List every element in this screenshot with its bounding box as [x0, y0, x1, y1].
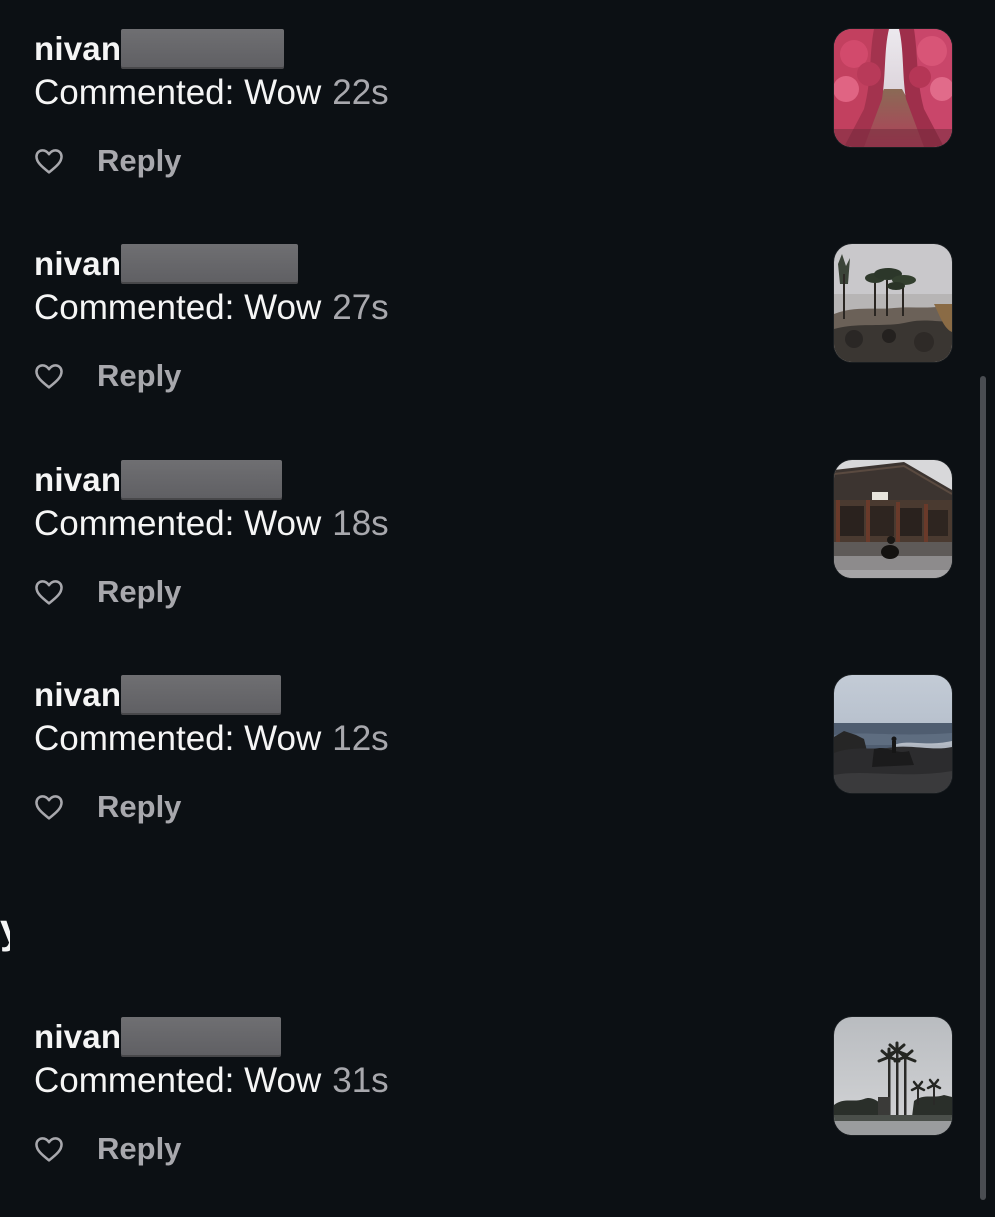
heart-icon[interactable] — [33, 145, 65, 177]
username[interactable]: nivan — [34, 244, 121, 284]
post-thumbnail[interactable] — [834, 244, 952, 362]
comment-line: Commented: Wow 31s — [34, 1059, 389, 1103]
actions-row: Reply — [33, 1129, 181, 1169]
username-row: nivan — [34, 29, 285, 73]
sea-rocks-photo-icon — [834, 675, 952, 793]
redacted-username-block — [121, 244, 299, 284]
timestamp: 12s — [332, 719, 389, 758]
actions-row: Reply — [33, 572, 181, 612]
pink-trees-path-photo-icon — [834, 29, 952, 147]
comment-text: Commented: Wow — [34, 1061, 322, 1100]
reply-button[interactable]: Reply — [97, 1129, 181, 1169]
heart-icon[interactable] — [33, 576, 65, 608]
actions-row: Reply — [33, 787, 181, 827]
list-item[interactable]: nivan Commented: Wow 27s Reply — [0, 244, 995, 444]
traditional-building-photo-icon — [834, 460, 952, 578]
timestamp: 22s — [332, 73, 389, 112]
username-row: nivan — [34, 1017, 282, 1061]
comment-text: Commented: Wow — [34, 73, 322, 112]
pine-trees-rocks-photo-icon — [834, 244, 952, 362]
reply-button[interactable]: Reply — [97, 787, 181, 827]
redacted-username-block — [121, 29, 285, 69]
post-thumbnail[interactable] — [834, 29, 952, 147]
timestamp: 18s — [332, 504, 389, 543]
palm-trees-photo-icon — [834, 1017, 952, 1135]
username-row: nivan — [34, 244, 299, 288]
comment-line: Commented: Wow 22s — [34, 71, 389, 115]
comment-text: Commented: Wow — [34, 719, 322, 758]
post-thumbnail[interactable] — [834, 460, 952, 578]
username-row: nivan — [34, 675, 282, 719]
list-item[interactable]: nivan Commented: Wow 22s Reply — [0, 29, 995, 229]
scrollbar[interactable] — [980, 376, 986, 1200]
heart-icon[interactable] — [33, 1133, 65, 1165]
comment-line: Commented: Wow 12s — [34, 717, 389, 761]
actions-row: Reply — [33, 141, 181, 181]
heart-icon[interactable] — [33, 791, 65, 823]
username[interactable]: nivan — [34, 1017, 121, 1057]
redacted-username-block — [121, 460, 283, 500]
list-item[interactable]: nivan Commented: Wow 12s Reply — [0, 675, 995, 875]
comment-text: Commented: Wow — [34, 288, 322, 327]
reply-button[interactable]: Reply — [97, 141, 181, 181]
comment-line: Commented: Wow 18s — [34, 502, 389, 546]
username-row: nivan — [34, 460, 283, 504]
redacted-username-block — [121, 675, 282, 715]
username[interactable]: nivan — [34, 29, 121, 69]
username[interactable]: nivan — [34, 460, 121, 500]
username[interactable]: nivan — [34, 675, 121, 715]
list-item[interactable]: nivan Commented: Wow 31s Reply — [0, 1017, 995, 1217]
redacted-username-block — [121, 1017, 282, 1057]
actions-row: Reply — [33, 356, 181, 396]
activity-list: nivan Commented: Wow 22s Reply nivan Com… — [0, 0, 995, 1200]
timestamp: 27s — [332, 288, 389, 327]
timestamp: 31s — [332, 1061, 389, 1100]
reply-button[interactable]: Reply — [97, 356, 181, 396]
list-item[interactable]: nivan Commented: Wow 18s Reply — [0, 460, 995, 660]
post-thumbnail[interactable] — [834, 1017, 952, 1135]
comment-line: Commented: Wow 27s — [34, 286, 389, 330]
post-thumbnail[interactable] — [834, 675, 952, 793]
comment-text: Commented: Wow — [34, 504, 322, 543]
reply-button[interactable]: Reply — [97, 572, 181, 612]
section-header-fragment: y — [0, 904, 10, 954]
heart-icon[interactable] — [33, 360, 65, 392]
